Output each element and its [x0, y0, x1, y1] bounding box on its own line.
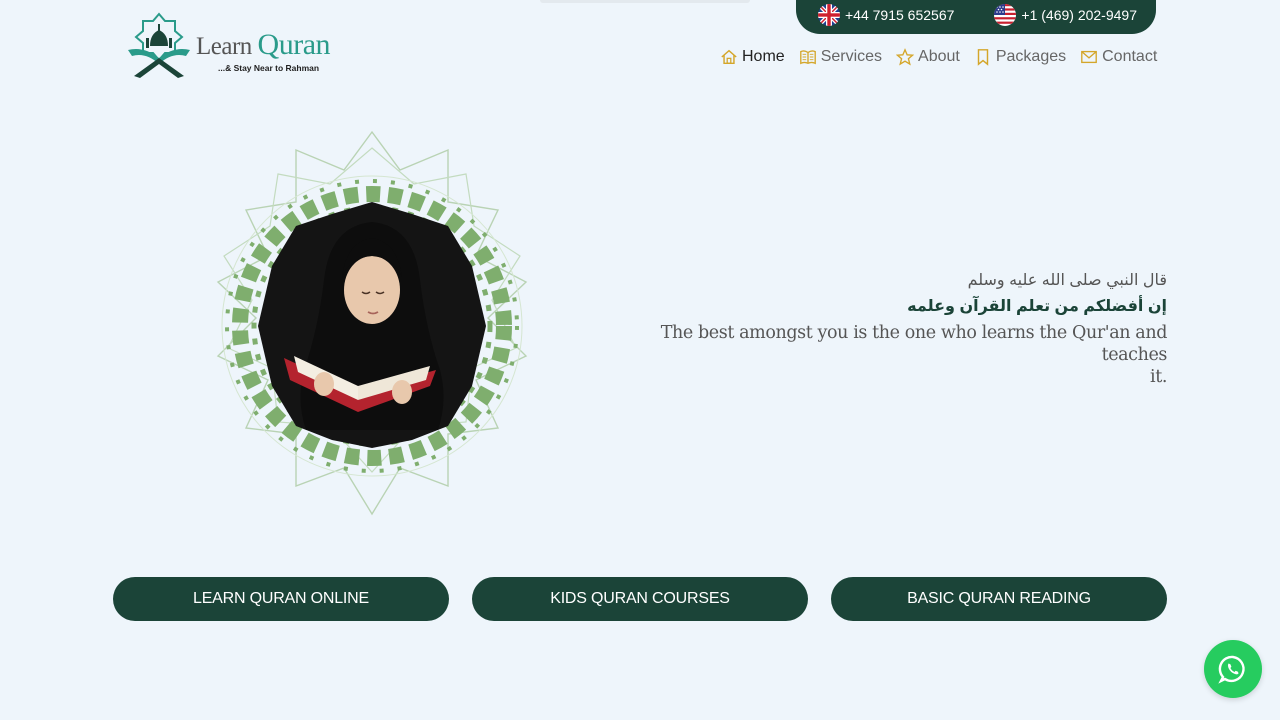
hadith-translation-line1: The best amongst you is the one who lear… [660, 323, 1168, 365]
main-nav: Home Services About Packages Contact [720, 48, 1157, 66]
us-flag-icon [994, 4, 1017, 26]
uk-flag-icon [818, 4, 840, 26]
us-phone-link[interactable]: +1 (469) 202-9497 [994, 4, 1137, 26]
hadith-translation-line2: it. [1150, 367, 1167, 387]
hero-image [216, 130, 528, 516]
logo-wordmark: Learn Quran [196, 28, 331, 62]
phone-bar: +44 7915 652567 +1 (469) 202-9497 [796, 0, 1156, 34]
nav-packages[interactable]: Packages [974, 48, 1066, 66]
quran-stand-logo-icon [128, 12, 190, 78]
uk-phone-number: +44 7915 652567 [845, 7, 955, 23]
hadith-translation: The best amongst you is the one who lear… [647, 322, 1168, 388]
learn-quran-online-button[interactable]: LEARN QURAN ONLINE [113, 577, 449, 621]
nav-about[interactable]: About [896, 48, 960, 66]
nav-contact-label: Contact [1102, 48, 1158, 65]
whatsapp-button[interactable] [1204, 640, 1262, 698]
nav-home[interactable]: Home [720, 48, 785, 66]
book-icon [799, 50, 816, 65]
nav-packages-label: Packages [995, 48, 1067, 65]
nav-contact[interactable]: Contact [1080, 48, 1157, 66]
whatsapp-icon [1218, 655, 1245, 684]
home-icon [721, 49, 737, 65]
logo-tagline: ...& Stay Near to Rahman [218, 63, 320, 73]
nav-services-label: Services [820, 48, 883, 65]
course-buttons: LEARN QURAN ONLINE KIDS QURAN COURSES BA… [113, 577, 1167, 621]
nav-about-label: About [918, 48, 960, 65]
star-icon [896, 48, 915, 66]
hadith-quote: قال النبي صلى الله عليه وسلم إن أفضلكم م… [647, 270, 1168, 388]
nav-services[interactable]: Services [799, 48, 882, 66]
logo-word-learn: Learn [196, 33, 252, 60]
site-logo[interactable]: Learn Quran ...& Stay Near to Rahman [124, 12, 334, 80]
us-phone-number: +1 (469) 202-9497 [1021, 7, 1137, 23]
hadith-text-arabic: إن أفضلكم من تعلم القرآن وعلمه [907, 298, 1167, 315]
bookmark-icon [977, 49, 989, 66]
hadith-attribution-arabic: قال النبي صلى الله عليه وسلم [967, 272, 1167, 289]
kids-quran-courses-button[interactable]: KIDS QURAN COURSES [472, 577, 808, 621]
basic-quran-reading-button[interactable]: BASIC QURAN READING [831, 577, 1167, 621]
uk-phone-link[interactable]: +44 7915 652567 [818, 4, 954, 26]
logo-word-quran: Quran [257, 28, 331, 61]
nav-home-label: Home [742, 48, 785, 65]
envelope-icon [1081, 50, 1097, 64]
top-divider [540, 0, 750, 3]
